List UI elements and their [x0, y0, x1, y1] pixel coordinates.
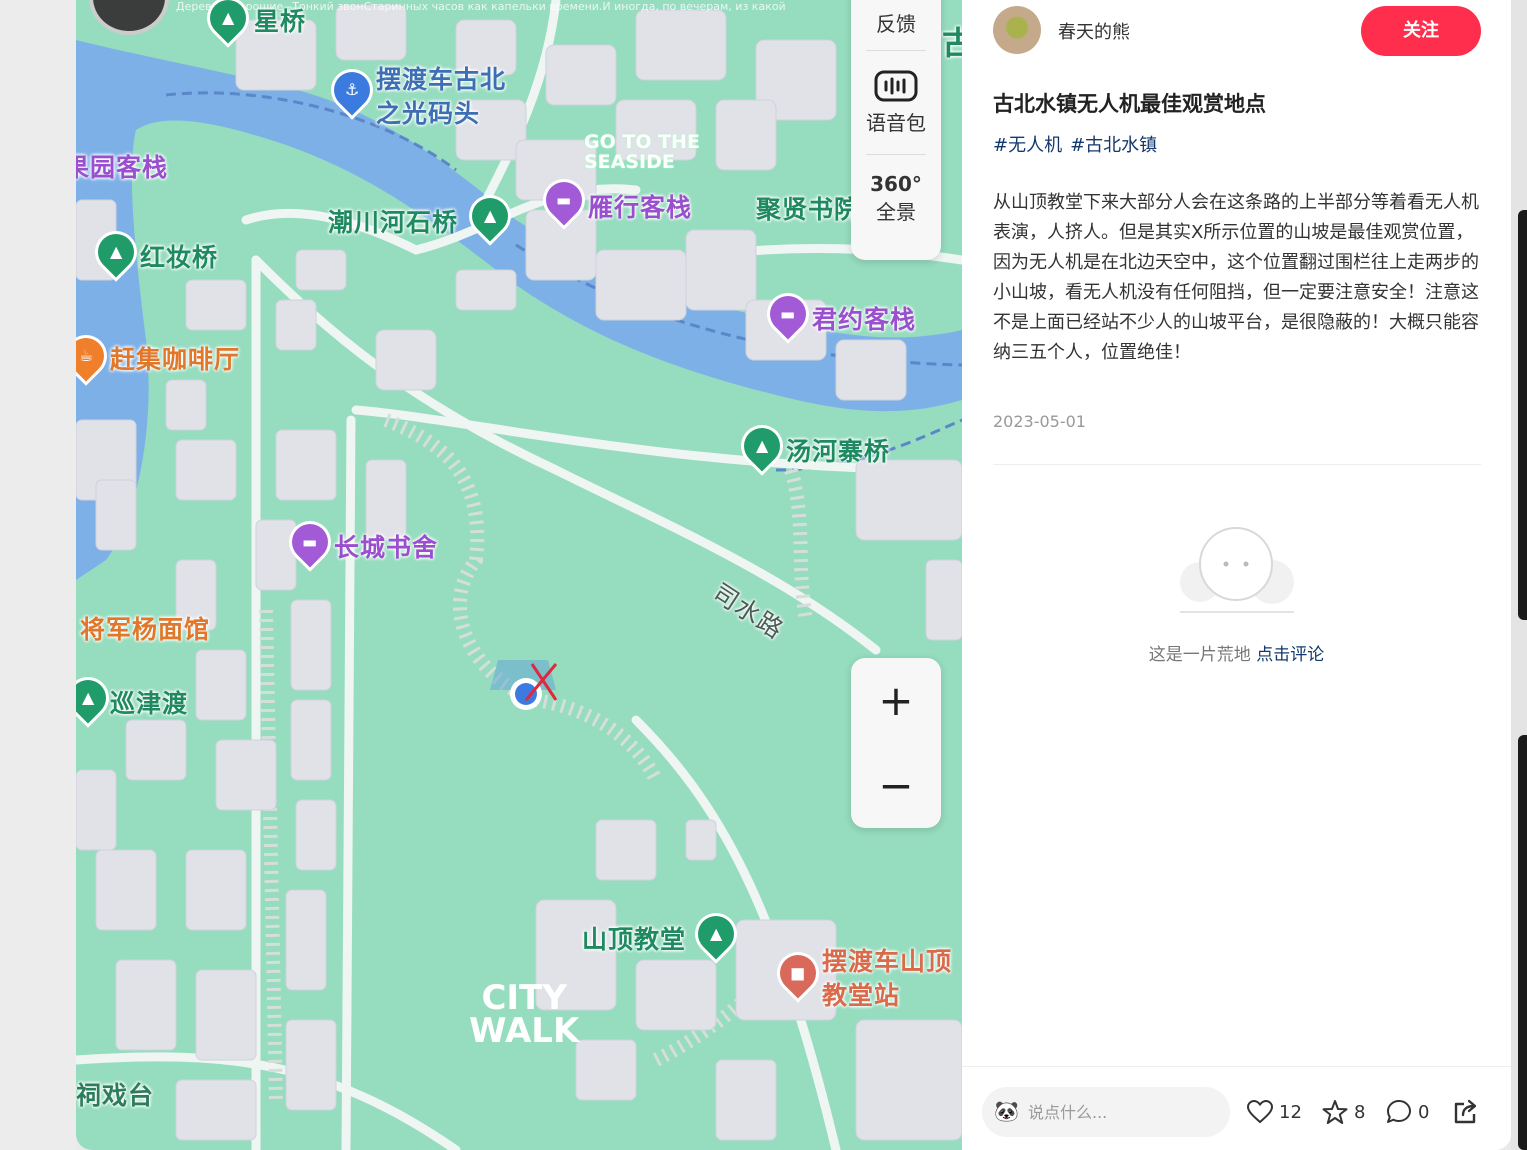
note-detail-modal: Дерева... хорошие –Тонкий звонСтаринных … [76, 0, 1511, 1150]
map-label-xunjin-ferry: 巡津渡 [110, 689, 189, 718]
city-walk-graffiti: CITY WALK [469, 978, 580, 1051]
author-name[interactable]: 春天的熊 [1058, 18, 1130, 44]
next-card-peek[interactable] [1518, 210, 1527, 620]
collect-count: 8 [1354, 1101, 1366, 1123]
engagement-bar: 🐼 12 8 0 [962, 1066, 1511, 1150]
comment-bubble-icon [1387, 1100, 1411, 1123]
tag-list: #无人机 #古北水镇 [993, 131, 1165, 157]
map-label-ferry-church: 摆渡车山顶 [822, 947, 953, 976]
map-label-ferry-church-2: 教堂站 [822, 981, 901, 1010]
voice-pack-button[interactable]: 语音包 [851, 70, 941, 136]
map-label-guoyuan-inn: 果园客栈 [76, 153, 169, 182]
map-label-chaochuan-bridge: 潮川河石桥 [328, 208, 459, 237]
feedback-button[interactable]: 反馈 [851, 8, 941, 37]
map-label-xitai: 祠戏台 [76, 1081, 155, 1110]
share-button[interactable] [1452, 1097, 1486, 1127]
zoom-control: + − [851, 658, 941, 828]
note-content-panel: 春天的熊 关注 古北水镇无人机最佳观赏地点 #无人机 #古北水镇 从山顶教堂下来大… [962, 0, 1511, 1150]
like-button[interactable]: 12 [1247, 1097, 1302, 1127]
author-avatar[interactable] [993, 6, 1041, 54]
comment-input-wrapper[interactable]: 🐼 [982, 1087, 1230, 1137]
voice-pack-label: 语音包 [866, 111, 926, 135]
panda-emoji-icon: 🐼 [994, 1099, 1019, 1123]
map-label-juxian: 聚贤书院 [756, 195, 861, 224]
collect-button[interactable]: 8 [1322, 1097, 1365, 1127]
note-body: 从山顶教堂下来大部分人会在这条路的上半部分等着看无人机表演，人挤人。但是其实X所… [993, 192, 1479, 363]
panorama-button[interactable]: 360° 全景 [851, 172, 941, 225]
zoom-in-button[interactable]: + [851, 658, 941, 743]
next-card-peek[interactable] [1518, 735, 1527, 1150]
page-backdrop-left [0, 0, 76, 1150]
comment-button[interactable]: 0 [1386, 1097, 1429, 1127]
zoom-out-button[interactable]: − [851, 743, 941, 828]
tag-link[interactable]: #古北水镇 [1070, 135, 1157, 156]
map-label-shanding-church: 山顶教堂 [582, 925, 687, 954]
map-label-tanghe-bridge: 汤河寨桥 [786, 437, 891, 466]
map-label-ganji-cafe: 赶集咖啡厅 [110, 345, 241, 374]
feedback-label: 反馈 [876, 12, 916, 36]
map-label-hongzhuang-bridge: 红妆桥 [140, 243, 219, 272]
divider [993, 464, 1481, 465]
map-image: Дерева... хорошие –Тонкий звонСтаринных … [76, 0, 962, 1150]
empty-comments-icon [1180, 527, 1294, 613]
comment-input[interactable] [1028, 1099, 1218, 1125]
map-label-jiangjun-noodle: 将军杨面馆 [80, 615, 211, 644]
map-label-yanxing-inn: 雁行客栈 [588, 193, 693, 222]
star-icon [1322, 1100, 1348, 1124]
empty-comments-label: 这是一片荒地 [1148, 645, 1251, 665]
share-icon [1454, 1099, 1477, 1124]
voice-wave-icon [874, 70, 918, 102]
map-control-panel: 反馈 语音包 360° 全景 [851, 0, 941, 260]
comment-link[interactable]: 点击评论 [1256, 645, 1324, 665]
comment-count: 0 [1418, 1101, 1430, 1123]
map-label-xing-bridge: 星桥 [254, 7, 307, 36]
empty-comments-text: 这是一片荒地 点击评论 [962, 640, 1511, 665]
note-title: 古北水镇无人机最佳观赏地点 [993, 92, 1266, 116]
map-label-gu: 古 [942, 24, 962, 62]
follow-button[interactable]: 关注 [1361, 6, 1481, 56]
heart-icon [1247, 1100, 1273, 1124]
tag-link[interactable]: #无人机 [993, 135, 1062, 156]
seaside-graffiti: GO TO THE SEASIDE [584, 131, 700, 173]
panorama-360-icon: 360° [870, 172, 922, 196]
like-count: 12 [1279, 1101, 1302, 1123]
publish-date: 2023-05-01 [993, 412, 1086, 431]
map-label-junyue-inn: 君约客栈 [812, 305, 917, 334]
map-label-ferry-gubei-2: 之光码头 [376, 99, 481, 128]
panorama-label: 全景 [876, 200, 916, 224]
map-label-ferry-gubei: 摆渡车古北 [376, 65, 507, 94]
map-label-changcheng-shushe: 长城书舍 [334, 533, 439, 562]
